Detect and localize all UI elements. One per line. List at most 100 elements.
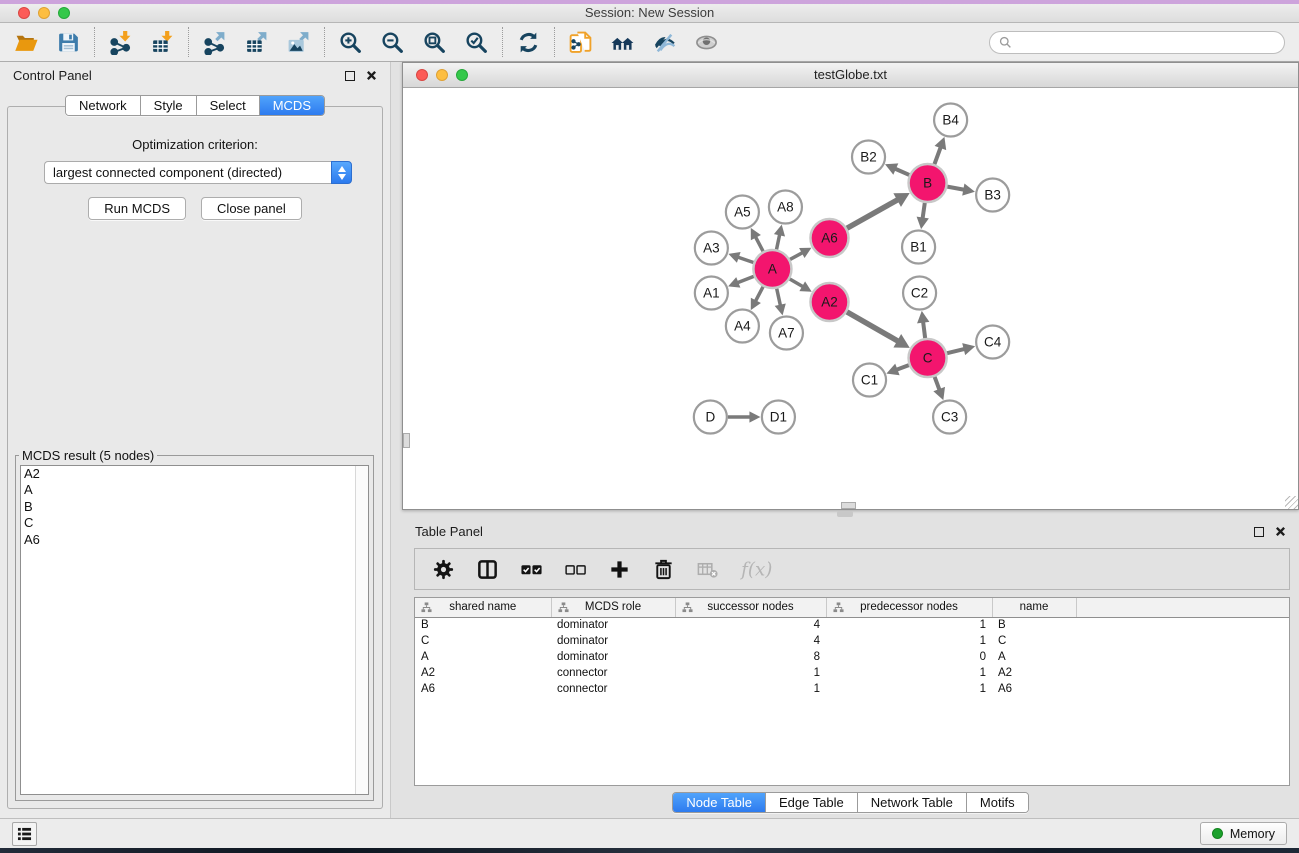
list-item[interactable]: A (21, 482, 368, 498)
table-cell[interactable]: 1 (675, 665, 826, 681)
open-session-icon[interactable] (14, 30, 39, 55)
tab-network-table[interactable]: Network Table (858, 793, 967, 812)
save-session-icon[interactable] (56, 30, 81, 55)
dropdown-stepper-icon[interactable] (331, 161, 352, 184)
search-box[interactable] (989, 31, 1285, 54)
export-image-icon[interactable] (286, 30, 311, 55)
show-all-icon[interactable] (694, 30, 719, 55)
network-maximize-button[interactable] (456, 69, 468, 81)
graph-edge[interactable] (790, 279, 803, 287)
table-cell[interactable]: A (992, 649, 1076, 665)
tab-mcds[interactable]: MCDS (260, 96, 324, 115)
graph-edge[interactable] (947, 349, 965, 353)
table-cell[interactable]: B (415, 617, 551, 633)
table-cell[interactable]: 4 (675, 633, 826, 649)
table-cell[interactable]: 1 (826, 617, 992, 633)
import-network-icon[interactable] (108, 30, 133, 55)
select-all-columns-icon[interactable] (520, 558, 543, 581)
column-header[interactable]: name (992, 598, 1076, 617)
table-row[interactable]: A2connector11A2 (415, 665, 1289, 681)
import-table-icon[interactable] (150, 30, 175, 55)
search-input[interactable] (1018, 35, 1275, 49)
table-cell[interactable]: 1 (826, 681, 992, 697)
network-canvas[interactable]: B4B2BB3A8A5A6B1A3AA1C2A2A4A7C4CC1C3DD1 (403, 88, 1298, 509)
table-cell[interactable]: 8 (675, 649, 826, 665)
horizontal-scroll-handle[interactable] (841, 502, 856, 509)
graph-edge[interactable] (755, 287, 763, 302)
table-row[interactable]: Adominator80A (415, 649, 1289, 665)
maximize-window-button[interactable] (58, 7, 70, 19)
network-minimize-button[interactable] (436, 69, 448, 81)
graph-edge[interactable] (947, 187, 964, 190)
table-cell[interactable]: dominator (551, 649, 675, 665)
export-table-icon[interactable] (244, 30, 269, 55)
graph-edge[interactable] (896, 365, 908, 370)
hide-selected-icon[interactable] (652, 30, 677, 55)
zoom-selected-icon[interactable] (464, 30, 489, 55)
table-cell[interactable]: B (992, 617, 1076, 633)
column-header[interactable]: shared name (415, 598, 551, 617)
column-header[interactable]: successor nodes (675, 598, 826, 617)
close-panel-icon[interactable] (366, 70, 377, 81)
graph-edge[interactable] (737, 276, 753, 282)
export-network-icon[interactable] (202, 30, 227, 55)
graph-edge[interactable] (738, 257, 754, 262)
close-table-panel-icon[interactable] (1275, 526, 1286, 537)
minimize-window-button[interactable] (38, 7, 50, 19)
table-cell[interactable]: 1 (826, 665, 992, 681)
zoom-in-icon[interactable] (338, 30, 363, 55)
table-cell[interactable]: 1 (675, 681, 826, 697)
table-row[interactable]: Cdominator41C (415, 633, 1289, 649)
float-table-panel-icon[interactable] (1254, 527, 1264, 537)
unselect-all-columns-icon[interactable] (564, 558, 587, 581)
table-row[interactable]: A6connector11A6 (415, 681, 1289, 697)
float-panel-icon[interactable] (345, 71, 355, 81)
optimization-criterion-dropdown[interactable]: largest connected component (directed) (44, 161, 331, 184)
table-cell[interactable]: dominator (551, 617, 675, 633)
graph-edge[interactable] (790, 253, 803, 260)
table-cell[interactable]: 0 (826, 649, 992, 665)
list-item[interactable]: B (21, 499, 368, 515)
table-cell[interactable]: 1 (826, 633, 992, 649)
refresh-icon[interactable] (516, 30, 541, 55)
tab-style[interactable]: Style (141, 96, 197, 115)
column-header[interactable]: predecessor nodes (826, 598, 992, 617)
network-graph[interactable]: B4B2BB3A8A5A6B1A3AA1C2A2A4A7C4CC1C3DD1 (403, 88, 1298, 509)
memory-button[interactable]: Memory (1200, 822, 1287, 845)
graph-edge[interactable] (895, 169, 909, 175)
graph-edge[interactable] (755, 237, 763, 252)
tab-select[interactable]: Select (197, 96, 260, 115)
resize-grip-icon[interactable] (1285, 496, 1298, 509)
graph-edge[interactable] (923, 203, 925, 219)
table-cell[interactable]: A2 (415, 665, 551, 681)
tab-edge-table[interactable]: Edge Table (766, 793, 858, 812)
list-item[interactable]: A2 (21, 466, 368, 482)
table-cell[interactable]: A2 (992, 665, 1076, 681)
tab-motifs[interactable]: Motifs (967, 793, 1028, 812)
vertical-scroll-handle[interactable] (403, 433, 410, 448)
graph-edge[interactable] (923, 322, 925, 339)
mcds-result-list[interactable]: A2ABCA6 (20, 465, 369, 795)
table-cell[interactable]: connector (551, 681, 675, 697)
task-history-button[interactable] (12, 822, 37, 846)
table-cell[interactable]: 4 (675, 617, 826, 633)
table-cell[interactable]: dominator (551, 633, 675, 649)
table-cell[interactable]: C (415, 633, 551, 649)
network-close-button[interactable] (416, 69, 428, 81)
first-neighbors-icon[interactable] (610, 30, 635, 55)
table-cell[interactable]: C (992, 633, 1076, 649)
clone-network-icon[interactable] (568, 30, 593, 55)
graph-edge[interactable] (777, 289, 781, 306)
tab-network[interactable]: Network (66, 96, 141, 115)
mcds-list-scrollbar[interactable] (355, 466, 368, 794)
list-item[interactable]: A6 (21, 532, 368, 548)
table-row[interactable]: Bdominator41B (415, 617, 1289, 633)
run-mcds-button[interactable]: Run MCDS (88, 197, 186, 220)
panel-splitter-handle[interactable] (837, 511, 853, 517)
close-panel-button[interactable]: Close panel (201, 197, 302, 220)
node-table[interactable]: shared nameMCDS rolesuccessor nodesprede… (414, 597, 1290, 786)
table-cell[interactable]: A6 (415, 681, 551, 697)
graph-edge[interactable] (934, 147, 940, 164)
graph-edge[interactable] (777, 234, 780, 249)
table-cell[interactable]: A6 (992, 681, 1076, 697)
